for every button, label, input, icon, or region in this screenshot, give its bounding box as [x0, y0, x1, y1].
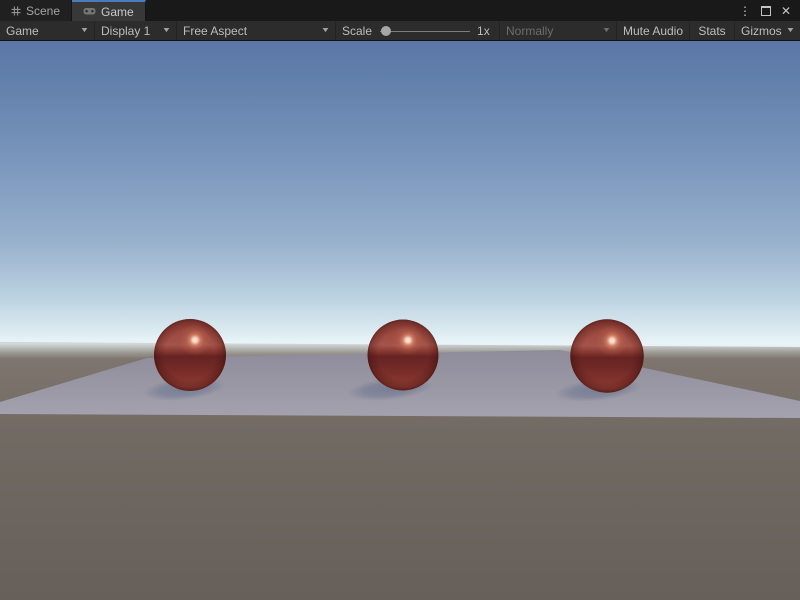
tab-scene-label: Scene [26, 4, 60, 18]
red-sphere-left [154, 319, 226, 391]
rendered-scene [0, 41, 800, 600]
game-target-dropdown[interactable]: Game ▼ [0, 21, 95, 40]
chevron-down-icon: ▼ [80, 27, 90, 34]
gizmos-dropdown[interactable]: Gizmos ▼ [735, 21, 800, 40]
window-controls: ⋮ ✕ [739, 0, 800, 21]
unity-game-panel: Scene Game ⋮ ✕ Game ▼ Display 1 ▼ [0, 0, 800, 600]
tab-game-label: Game [101, 5, 134, 19]
play-mode-dropdown[interactable]: Normally ▼ [500, 21, 617, 40]
scale-slider-knob[interactable] [381, 26, 391, 36]
scale-value: 1x [477, 24, 490, 38]
maximize-icon[interactable] [761, 6, 771, 16]
game-view-toolbar: Game ▼ Display 1 ▼ Free Aspect ▼ Scale 1… [0, 21, 800, 41]
stats-button[interactable]: Stats [690, 21, 735, 40]
tab-game[interactable]: Game [72, 0, 146, 21]
chevron-down-icon: ▼ [162, 27, 172, 34]
display-dropdown-label: Display 1 [101, 24, 150, 38]
mute-audio-label: Mute Audio [623, 24, 683, 38]
aspect-ratio-dropdown-label: Free Aspect [183, 24, 247, 38]
game-target-dropdown-label: Game [6, 24, 39, 38]
display-dropdown[interactable]: Display 1 ▼ [95, 21, 177, 40]
more-menu-icon[interactable]: ⋮ [739, 5, 751, 17]
gamepad-icon [83, 7, 96, 16]
scale-slider[interactable] [380, 25, 470, 37]
game-render-viewport[interactable] [0, 41, 800, 600]
tab-bar: Scene Game ⋮ ✕ [0, 0, 800, 21]
grid-icon [11, 6, 21, 16]
chevron-down-icon: ▼ [321, 27, 331, 34]
red-sphere-middle [368, 320, 439, 391]
scale-control: Scale 1x [336, 21, 500, 40]
chevron-down-icon: ▼ [786, 27, 796, 34]
tab-scene[interactable]: Scene [0, 0, 72, 21]
red-sphere-right [570, 319, 643, 392]
play-mode-dropdown-label: Normally [506, 24, 553, 38]
scale-slider-track [380, 31, 470, 32]
close-icon[interactable]: ✕ [781, 5, 791, 17]
gizmos-label: Gizmos [741, 24, 782, 38]
scale-label: Scale [342, 24, 372, 38]
aspect-ratio-dropdown[interactable]: Free Aspect ▼ [177, 21, 336, 40]
mute-audio-button[interactable]: Mute Audio [617, 21, 690, 40]
chevron-down-icon: ▼ [602, 27, 612, 34]
stats-label: Stats [698, 24, 725, 38]
